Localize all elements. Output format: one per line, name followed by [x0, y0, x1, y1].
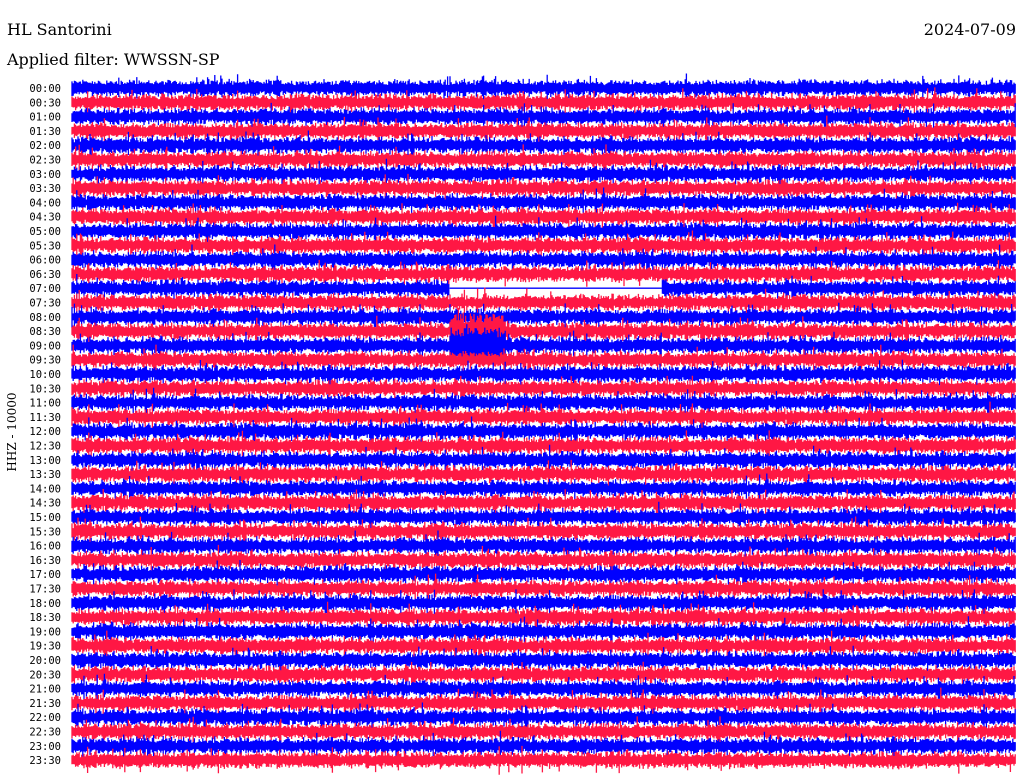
row-label: 23:30 [29, 755, 61, 767]
row-label: 05:00 [29, 226, 61, 238]
row-label: 12:00 [29, 426, 61, 438]
row-label: 16:30 [29, 555, 61, 567]
row-label: 11:00 [29, 398, 61, 410]
row-label: 03:00 [29, 169, 61, 181]
row-label: 20:30 [29, 669, 61, 681]
row-label: 14:00 [29, 483, 61, 495]
row-label: 07:30 [29, 298, 61, 310]
row-label: 20:00 [29, 655, 61, 667]
row-label: 10:00 [29, 369, 61, 381]
row-label: 12:30 [29, 441, 61, 453]
row-label: 08:00 [29, 312, 61, 324]
row-label: 08:30 [29, 326, 61, 338]
row-label: 07:00 [29, 283, 61, 295]
row-label: 14:30 [29, 498, 61, 510]
row-label: 02:00 [29, 140, 61, 152]
row-label: 19:00 [29, 626, 61, 638]
row-label: 01:00 [29, 112, 61, 124]
row-label: 10:30 [29, 383, 61, 395]
row-label: 21:00 [29, 684, 61, 696]
row-label: 09:00 [29, 340, 61, 352]
row-label: 00:30 [29, 97, 61, 109]
row-label: 18:00 [29, 598, 61, 610]
row-label: 17:30 [29, 584, 61, 596]
row-label: 15:00 [29, 512, 61, 524]
row-label: 19:30 [29, 641, 61, 653]
row-label: 09:30 [29, 355, 61, 367]
row-label: 22:00 [29, 712, 61, 724]
row-label: 23:00 [29, 741, 61, 753]
row-label: 05:30 [29, 240, 61, 252]
row-label: 15:30 [29, 526, 61, 538]
row-label: 17:00 [29, 569, 61, 581]
row-label: 04:00 [29, 197, 61, 209]
row-label: 06:00 [29, 255, 61, 267]
row-label: 18:30 [29, 612, 61, 624]
row-label: 02:30 [29, 155, 61, 167]
helicorder-plot: 00:00 00:30 01:00 01:30 02:00 02:30 03:00 03:30… [29, 73, 1016, 775]
row-label: 03:30 [29, 183, 61, 195]
row-label: 11:30 [29, 412, 61, 424]
row-label: 06:30 [29, 269, 61, 281]
row-label: 16:00 [29, 541, 61, 553]
row-label: 04:30 [29, 212, 61, 224]
row-label: 21:30 [29, 698, 61, 710]
row-label: 22:30 [29, 727, 61, 739]
row-label: 00:00 [29, 83, 61, 95]
row-label: 01:30 [29, 126, 61, 138]
row-label: 13:30 [29, 469, 61, 481]
row-label: 13:00 [29, 455, 61, 467]
